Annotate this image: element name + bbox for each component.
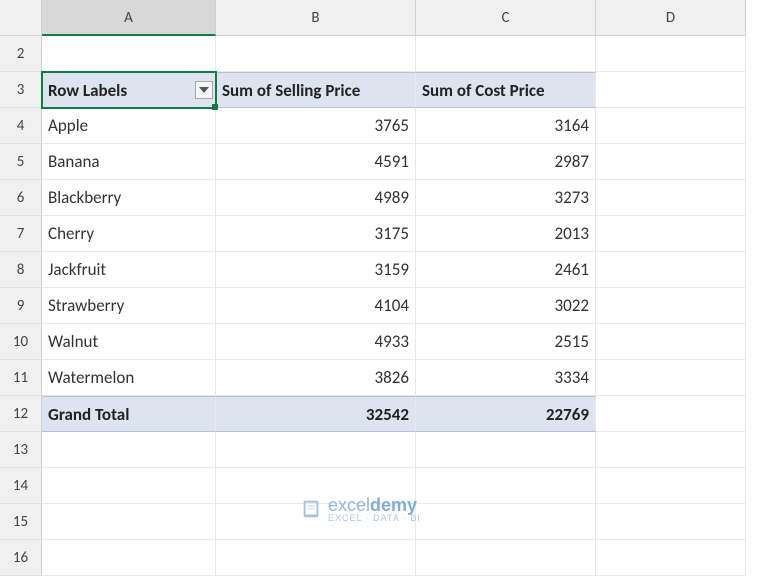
- cell[interactable]: [216, 504, 416, 540]
- cell[interactable]: [596, 324, 746, 360]
- pivot-row-label[interactable]: Apple: [42, 108, 216, 144]
- pivot-row-label[interactable]: Watermelon: [42, 360, 216, 396]
- cell[interactable]: [416, 504, 596, 540]
- cell[interactable]: [416, 468, 596, 504]
- row-header-8[interactable]: 8: [0, 252, 42, 288]
- fill-handle[interactable]: [212, 104, 218, 110]
- cell[interactable]: [416, 36, 596, 72]
- cell[interactable]: [596, 252, 746, 288]
- row-header-9[interactable]: 9: [0, 288, 42, 324]
- pivot-grand-total-label[interactable]: Grand Total: [42, 396, 216, 432]
- pivot-value-cost[interactable]: 3334: [416, 360, 596, 396]
- pivot-value-cost[interactable]: 2987: [416, 144, 596, 180]
- cell[interactable]: [596, 360, 746, 396]
- pivot-value-selling[interactable]: 4104: [216, 288, 416, 324]
- cell[interactable]: [416, 432, 596, 468]
- pivot-col-header-1[interactable]: Sum of Selling Price: [216, 72, 416, 108]
- select-all-corner[interactable]: [0, 0, 42, 36]
- pivot-value-cost[interactable]: 3273: [416, 180, 596, 216]
- cell[interactable]: [42, 36, 216, 72]
- row-header-2[interactable]: 2: [0, 36, 42, 72]
- pivot-row-labels-header[interactable]: Row Labels: [42, 72, 216, 108]
- row-header-15[interactable]: 15: [0, 504, 42, 540]
- row-header-14[interactable]: 14: [0, 468, 42, 504]
- cell[interactable]: [216, 540, 416, 576]
- row-header-12[interactable]: 12: [0, 396, 42, 432]
- pivot-value-selling[interactable]: 4591: [216, 144, 416, 180]
- cell[interactable]: [596, 216, 746, 252]
- row-header-7[interactable]: 7: [0, 216, 42, 252]
- pivot-value-selling[interactable]: 4989: [216, 180, 416, 216]
- row-header-3[interactable]: 3: [0, 72, 42, 108]
- cell[interactable]: [42, 432, 216, 468]
- row-header-6[interactable]: 6: [0, 180, 42, 216]
- pivot-value-cost[interactable]: 3164: [416, 108, 596, 144]
- cell[interactable]: [42, 468, 216, 504]
- cell[interactable]: [216, 468, 416, 504]
- col-header-d[interactable]: D: [596, 0, 746, 36]
- cell[interactable]: [596, 288, 746, 324]
- cell[interactable]: [42, 504, 216, 540]
- cell[interactable]: [596, 468, 746, 504]
- col-header-b[interactable]: B: [216, 0, 416, 36]
- cell[interactable]: [216, 36, 416, 72]
- row-header-4[interactable]: 4: [0, 108, 42, 144]
- filter-dropdown-button[interactable]: [195, 81, 213, 99]
- row-header-11[interactable]: 11: [0, 360, 42, 396]
- pivot-value-cost[interactable]: 2461: [416, 252, 596, 288]
- pivot-row-label[interactable]: Blackberry: [42, 180, 216, 216]
- pivot-value-selling[interactable]: 3765: [216, 108, 416, 144]
- cell[interactable]: [596, 540, 746, 576]
- cell[interactable]: [416, 540, 596, 576]
- pivot-value-cost[interactable]: 2515: [416, 324, 596, 360]
- pivot-row-label[interactable]: Cherry: [42, 216, 216, 252]
- pivot-row-label[interactable]: Jackfruit: [42, 252, 216, 288]
- row-header-16[interactable]: 16: [0, 540, 42, 576]
- cell[interactable]: [596, 432, 746, 468]
- cell[interactable]: [42, 540, 216, 576]
- pivot-value-selling[interactable]: 3175: [216, 216, 416, 252]
- pivot-row-label[interactable]: Banana: [42, 144, 216, 180]
- col-header-c[interactable]: C: [416, 0, 596, 36]
- cell[interactable]: [216, 432, 416, 468]
- pivot-value-selling[interactable]: 3826: [216, 360, 416, 396]
- cell[interactable]: [596, 396, 746, 432]
- pivot-row-label[interactable]: Walnut: [42, 324, 216, 360]
- cell[interactable]: [596, 108, 746, 144]
- chevron-down-icon: [199, 87, 209, 93]
- col-header-a[interactable]: A: [42, 0, 216, 36]
- pivot-row-label[interactable]: Strawberry: [42, 288, 216, 324]
- pivot-grand-total-selling[interactable]: 32542: [216, 396, 416, 432]
- pivot-value-cost[interactable]: 2013: [416, 216, 596, 252]
- pivot-value-selling[interactable]: 3159: [216, 252, 416, 288]
- spreadsheet-grid: ABCD 23Row LabelsSum of Selling PriceSum …: [0, 0, 768, 576]
- cell[interactable]: [596, 144, 746, 180]
- cell[interactable]: [596, 36, 746, 72]
- cell[interactable]: [596, 72, 746, 108]
- row-header-5[interactable]: 5: [0, 144, 42, 180]
- pivot-grand-total-cost[interactable]: 22769: [416, 396, 596, 432]
- cell[interactable]: [596, 180, 746, 216]
- pivot-value-cost[interactable]: 3022: [416, 288, 596, 324]
- row-header-13[interactable]: 13: [0, 432, 42, 468]
- pivot-value-selling[interactable]: 4933: [216, 324, 416, 360]
- pivot-col-header-2[interactable]: Sum of Cost Price: [416, 72, 596, 108]
- row-header-10[interactable]: 10: [0, 324, 42, 360]
- cell[interactable]: [596, 504, 746, 540]
